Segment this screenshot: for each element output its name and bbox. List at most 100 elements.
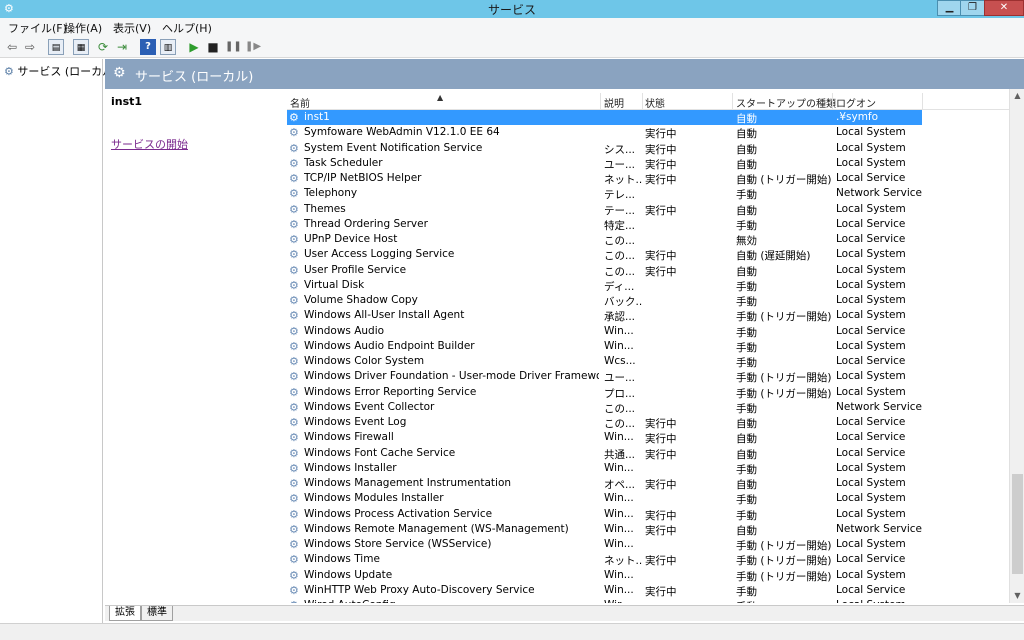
console-tree-icon[interactable]: ▤ (48, 39, 64, 55)
service-row[interactable]: ⚙ User Access Logging Service この... 実行中 自動 (… (287, 247, 1009, 262)
service-row[interactable]: ⚙ Virtual Disk ディ... 手動 Local System (287, 278, 1009, 293)
service-row[interactable]: ⚙ Task Scheduler ユー... 実行中 自動 Local System (287, 156, 1009, 171)
menu-action[interactable]: 操作(A) (64, 20, 102, 36)
service-row[interactable]: ⚙ Windows Management Instrumentation オペ...… (287, 476, 1009, 491)
service-startup-type: 手動 (736, 219, 757, 232)
service-gear-icon: ⚙ (289, 172, 299, 185)
service-row[interactable]: ⚙ User Profile Service この... 実行中 自動 Local Sys… (287, 263, 1009, 278)
service-row[interactable]: ⚙ Windows Audio Endpoint Builder Win... 手動 L… (287, 339, 1009, 354)
service-row[interactable]: ⚙ Windows Error Reporting Service プロ... 手動 … (287, 385, 1009, 400)
service-row[interactable]: ⚙ WinHTTP Web Proxy Auto-Discovery Servic… (287, 583, 1009, 598)
service-row[interactable]: ⚙ Windows Time ネット... 実行中 手動 (トリガー開始) Local S… (287, 552, 1009, 567)
back-arrow-icon[interactable]: ⇦ (4, 39, 20, 55)
service-row[interactable]: ⚙ Volume Shadow Copy バック... 手動 Local System (287, 293, 1009, 308)
service-name: inst1 (304, 111, 330, 123)
minimize-button[interactable]: ▁ (937, 0, 962, 16)
service-description: 承認... (604, 311, 636, 324)
service-status: 実行中 (645, 174, 677, 186)
service-name: Windows Color System (304, 355, 425, 367)
vertical-scrollbar[interactable]: ▲ ▼ (1009, 89, 1024, 603)
service-row[interactable]: ⚙ Windows Event Collector この... 手動 Network S… (287, 400, 1009, 415)
refresh-icon[interactable]: ⟳ (95, 39, 111, 55)
window-title: サービス (487, 3, 536, 17)
column-header-logon[interactable]: ログオン (836, 95, 876, 110)
service-gear-icon: ⚙ (289, 111, 299, 124)
column-divider[interactable] (922, 93, 923, 110)
service-startup-type: 手動 (736, 296, 757, 308)
service-row[interactable]: ⚙ Windows All-User Install Agent 承認... 手動 (… (287, 308, 1009, 323)
service-row[interactable]: ⚙ Windows Update Win... 手動 (トリガー開始) Local Sy… (287, 568, 1009, 583)
service-row[interactable]: ⚙ TCP/IP NetBIOS Helper ネット... 実行中 自動 (トリガー開… (287, 171, 1009, 186)
stop-service-icon[interactable]: ■ (205, 39, 221, 55)
sort-ascending-icon: ▲ (437, 93, 444, 102)
service-description: この... (604, 418, 636, 430)
service-row[interactable]: ⚙ UPnP Device Host この... 無効 Local Service (287, 232, 1009, 247)
service-status: 実行中 (645, 250, 677, 263)
service-row[interactable]: ⚙ System Event Notification Service シス... 実… (287, 141, 1009, 156)
service-startup-type: 自動 (736, 433, 757, 446)
column-header-startup-type[interactable]: スタートアップの種類 (736, 95, 836, 110)
service-row[interactable]: ⚙ Windows Driver Foundation - User-mode D… (287, 369, 1009, 384)
menu-help[interactable]: ヘルプ(H) (162, 20, 212, 36)
menu-view[interactable]: 表示(V) (113, 20, 151, 36)
service-row[interactable]: ⚙Wired AutoConfig Wir... 手動Local System (287, 598, 1009, 603)
service-row[interactable]: ⚙ Windows Color System Wcs... 手動 Local Servi… (287, 354, 1009, 369)
column-divider[interactable] (642, 93, 643, 110)
properties-icon[interactable]: ▦ (73, 39, 89, 55)
service-name: Telephony (304, 187, 358, 200)
status-bar (0, 623, 1024, 640)
column-header-name[interactable]: 名前 (290, 95, 310, 110)
help-icon[interactable]: ? (140, 39, 156, 55)
start-service-link[interactable]: サービスの開始 (111, 136, 188, 152)
export-list-icon[interactable]: ⇥ (114, 39, 130, 55)
service-row[interactable]: ⚙ Windows Installer Win... 手動 Local System (287, 461, 1009, 476)
tree-item-services-local[interactable]: ⚙ サービス (ローカル) (4, 63, 117, 79)
service-status: 実行中 (645, 158, 677, 171)
service-row[interactable]: ⚙ Themes テー... 実行中 自動 Local System (287, 202, 1009, 217)
scroll-up-arrow-icon[interactable]: ▲ (1010, 89, 1024, 103)
column-divider[interactable] (732, 93, 733, 110)
service-logon: Local Service (836, 172, 906, 184)
column-header-description[interactable]: 説明 (604, 95, 624, 110)
service-startup-type: 無効 (736, 235, 757, 247)
service-gear-icon: ⚙ (289, 507, 299, 521)
scrollbar-thumb[interactable] (1012, 474, 1023, 574)
service-row[interactable]: ⚙ Telephony テレ... 手動 Network Service (287, 186, 1009, 201)
service-row[interactable]: ⚙ Windows Remote Management (WS-Managemen… (287, 522, 1009, 537)
service-row[interactable]: ⚙ Thread Ordering Server 特定... 手動 Local Serv… (287, 217, 1009, 232)
forward-arrow-icon[interactable]: ⇨ (22, 39, 38, 55)
service-logon: Local Service (836, 324, 906, 337)
service-description: テー... (604, 204, 636, 217)
service-logon: Local System (836, 477, 906, 489)
column-divider[interactable] (832, 93, 833, 110)
column-divider[interactable] (600, 93, 601, 110)
pause-service-icon[interactable]: ❚❚ (225, 39, 242, 55)
show-hide-icon[interactable]: ▥ (160, 39, 176, 55)
restart-service-icon[interactable]: ❚▶ (245, 39, 261, 55)
services-header: ⚙ サービス (ローカル) (105, 59, 1024, 89)
service-row[interactable]: ⚙ Windows Modules Installer Win... 手動 Local … (287, 491, 1009, 506)
service-startup-type: 手動 (トリガー開始) (736, 570, 832, 583)
service-startup-type: 手動 (736, 341, 757, 354)
service-row[interactable]: ⚙ Windows Firewall Win... 実行中 自動 Local Servic… (287, 430, 1009, 445)
close-button[interactable]: ✕ (984, 0, 1024, 16)
service-row[interactable]: ⚙ Symfoware WebAdmin V12.1.0 EE 64 実行中 自動 Lo… (287, 125, 1009, 140)
menu-file[interactable]: ファイル(F) (8, 20, 67, 36)
column-header-status[interactable]: 状態 (645, 95, 665, 110)
service-row[interactable]: ⚙ inst1 自動 .¥symfo (287, 110, 922, 125)
restore-button[interactable]: ❐ (960, 0, 985, 16)
service-row[interactable]: ⚙ Windows Process Activation Service Win..… (287, 507, 1009, 522)
service-row[interactable]: ⚙ Windows Store Service (WSService) Win...… (287, 537, 1009, 552)
service-name: Volume Shadow Copy (304, 294, 418, 306)
tab-standard[interactable]: 標準 (141, 606, 173, 621)
tab-extended[interactable]: 拡張 (109, 606, 141, 621)
service-row[interactable]: ⚙ Windows Font Cache Service 共通... 実行中 自動 Loc… (287, 446, 1009, 461)
scroll-down-arrow-icon[interactable]: ▼ (1010, 589, 1024, 603)
service-startup-type: 自動 (736, 265, 757, 278)
start-service-icon[interactable]: ▶ (186, 39, 202, 55)
service-startup-type: 自動 (736, 448, 757, 461)
service-row[interactable]: ⚙ Windows Event Log この... 実行中 自動 Local Servic… (287, 415, 1009, 430)
service-description: Wcs... (604, 355, 636, 367)
service-gear-icon: ⚙ (289, 187, 299, 201)
service-row[interactable]: ⚙ Windows Audio Win... 手動 Local Service (287, 324, 1009, 339)
